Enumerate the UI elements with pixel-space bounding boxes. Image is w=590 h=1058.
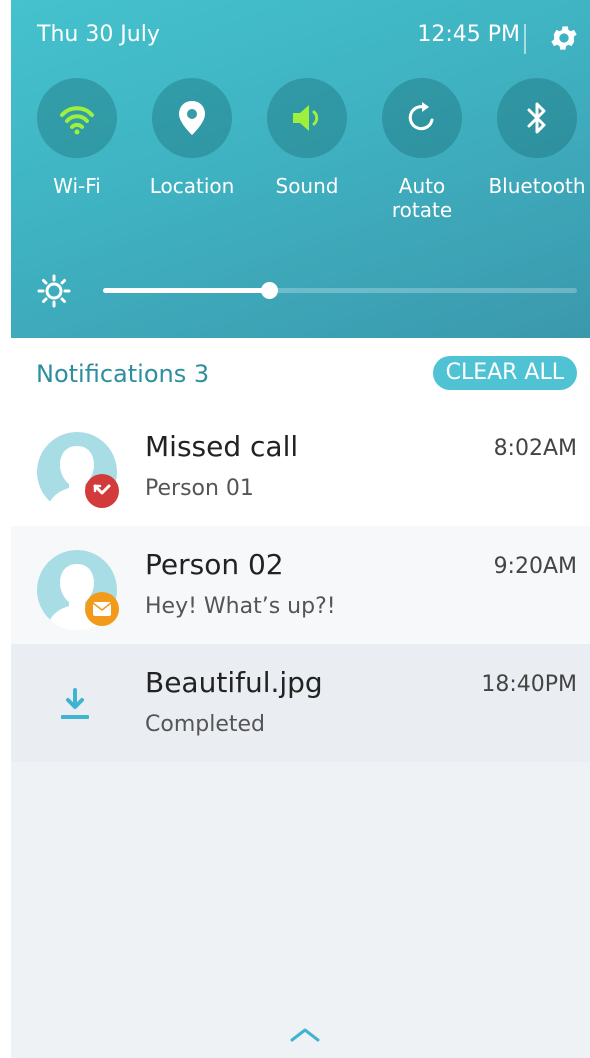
date-label: Thu 30 July: [37, 22, 160, 47]
quick-toggle-label: Sound: [275, 174, 339, 198]
notification-time: 18:40PM: [481, 672, 577, 697]
missed-call-icon: [85, 474, 119, 508]
rotate-icon: [408, 102, 434, 131]
quick-toggle-wifi[interactable]: Wi-Fi: [22, 78, 132, 238]
clock-label: 12:45 PM: [417, 22, 520, 47]
clear-all-button[interactable]: CLEAR ALL: [432, 356, 577, 390]
brightness-slider-thumb[interactable]: [260, 282, 278, 299]
notification-title: Person 02: [145, 548, 284, 581]
notification-time: 9:20AM: [493, 554, 577, 579]
message-icon: [85, 592, 119, 626]
quick-toggle-label: Bluetooth: [488, 174, 586, 198]
speaker-icon: [293, 105, 319, 131]
download-icon: [61, 688, 89, 719]
quick-toggle-auto-rotate[interactable]: Auto rotate: [367, 78, 477, 238]
gear-icon[interactable]: [548, 22, 580, 54]
notification-subtitle: Hey! What’s up?!: [145, 594, 336, 619]
wifi-icon: [60, 106, 94, 135]
notification-title: Beautiful.jpg: [145, 666, 323, 699]
notification-item[interactable]: Missed call Person 01 8:02AM: [11, 408, 590, 526]
notification-item[interactable]: Beautiful.jpg Completed 18:40PM: [11, 644, 590, 762]
notification-subtitle: Person 01: [145, 476, 254, 501]
notification-title: Missed call: [145, 430, 299, 463]
quick-toggle-label: Wi-Fi: [53, 174, 101, 198]
notifications-count-title: Notifications 3: [36, 360, 210, 388]
location-pin-icon: [179, 101, 205, 135]
notification-subtitle: Completed: [145, 712, 265, 737]
notification-item[interactable]: Person 02 Hey! What’s up?! 9:20AM: [11, 526, 590, 644]
quick-toggle-bluetooth[interactable]: Bluetooth: [482, 78, 590, 238]
quick-toggle-label: Location: [149, 174, 235, 198]
brightness-icon: [37, 274, 71, 308]
notification-shade: Thu 30 July 12:45 PM Wi-Fi Location Soun…: [11, 0, 590, 1058]
notification-time: 8:02AM: [493, 436, 577, 461]
chevron-up-icon[interactable]: [289, 1026, 321, 1042]
divider: [524, 24, 526, 54]
quick-toggle-label: Auto rotate: [391, 174, 453, 222]
notifications-header: Notifications 3 CLEAR ALL: [11, 338, 590, 408]
quick-panel: Thu 30 July 12:45 PM Wi-Fi Location Soun…: [11, 0, 590, 338]
quick-toggle-location[interactable]: Location: [137, 78, 247, 238]
bluetooth-icon: [527, 102, 546, 134]
brightness-slider-fill: [103, 288, 269, 293]
brightness-slider[interactable]: [103, 282, 577, 299]
quick-toggle-sound[interactable]: Sound: [252, 78, 362, 238]
